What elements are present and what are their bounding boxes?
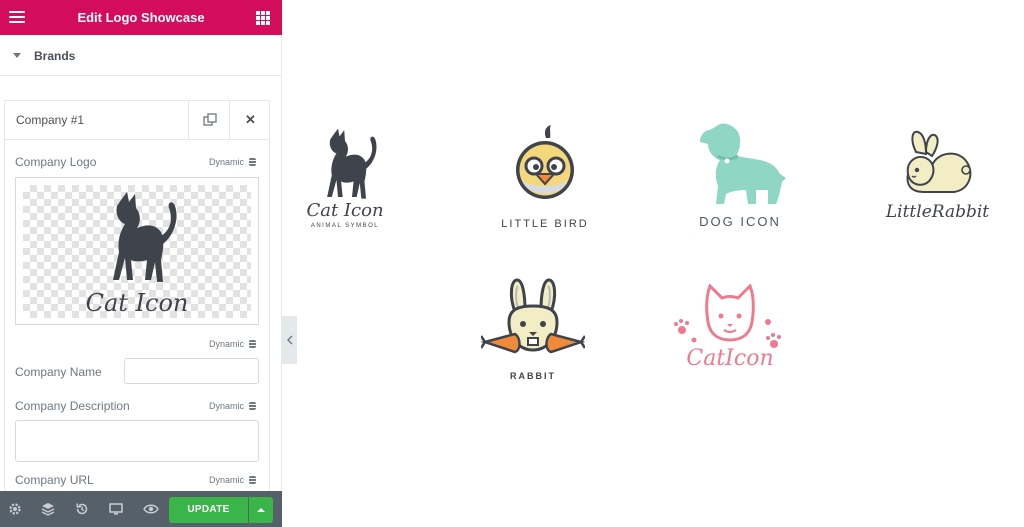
dynamic-label: Dynamic (209, 401, 245, 411)
dog-icon (700, 123, 786, 204)
caret-down-icon (13, 53, 21, 58)
duplicate-button[interactable] (188, 101, 229, 139)
company-name-label: Company Name (15, 365, 102, 379)
company-description-label: Company Description (15, 399, 130, 413)
dynamic-tags-description[interactable]: Dynamic (209, 401, 257, 411)
company-name-input[interactable] (124, 358, 259, 384)
widgets-grid-icon[interactable] (256, 11, 270, 25)
update-button[interactable]: UPDATE (169, 497, 248, 523)
logo-little-rabbit[interactable]: LittleRabbit (880, 130, 995, 230)
repeater-item-header[interactable]: Company #1 ✕ (5, 101, 269, 140)
rabbit-icon (906, 130, 972, 193)
logo-dog-icon[interactable]: DOG ICON (690, 120, 790, 230)
company-description-textarea[interactable] (15, 420, 259, 462)
logo-cat-icon-pink[interactable]: CatIcon (670, 282, 790, 382)
pink-cat-icon (674, 283, 781, 348)
save-options-button[interactable] (249, 497, 273, 523)
logo-name: LittleRabbit (885, 202, 990, 222)
editor-app: Edit Logo Showcase Brands Company #1 ✕ C… (0, 0, 1024, 527)
section-brands-label: Brands (34, 49, 76, 63)
company-logo-label: Company Logo (15, 155, 97, 169)
panel-footer: UPDATE (0, 491, 282, 527)
logo-rabbit[interactable]: RABBIT (478, 278, 588, 388)
dynamic-tags-media[interactable]: Dynamic (209, 339, 257, 349)
section-brands-toggle[interactable]: Brands (0, 35, 282, 76)
database-icon (249, 402, 257, 410)
duplicate-icon (203, 113, 217, 126)
panel-header: Edit Logo Showcase (0, 0, 282, 35)
database-icon (249, 158, 257, 166)
database-icon (249, 340, 257, 348)
logo-name: CatIcon (686, 346, 774, 371)
logo-name: DOG ICON (699, 214, 781, 229)
dynamic-label: Dynamic (209, 475, 245, 485)
navigator-layers-icon[interactable] (40, 501, 56, 517)
editor-panel: Edit Logo Showcase Brands Company #1 ✕ C… (0, 0, 282, 527)
dynamic-label: Dynamic (209, 157, 245, 167)
database-icon (249, 476, 257, 484)
remove-button[interactable]: ✕ (229, 101, 269, 139)
logo-name: LITTLE BIRD (501, 218, 589, 230)
cat-silhouette-icon (113, 192, 177, 282)
dynamic-tags-logo[interactable]: Dynamic (209, 157, 257, 167)
company-url-label: Company URL (15, 473, 94, 487)
logo-preview: Cat Icon (23, 185, 251, 318)
panel-title: Edit Logo Showcase (77, 10, 205, 25)
caret-up-icon (257, 508, 265, 512)
settings-icon[interactable] (7, 501, 23, 517)
logo-little-bird[interactable]: LITTLE BIRD (490, 124, 600, 234)
logo-name: Cat Icon (306, 200, 384, 221)
logo-preview-text: Cat Icon (85, 289, 189, 317)
logo-name: RABBIT (510, 371, 556, 381)
repeater-item-title: Company #1 (16, 113, 85, 127)
chevron-left-icon (287, 335, 293, 345)
logo-tagline: ANIMAL SYMBOL (310, 223, 380, 229)
collapse-panel-button[interactable] (282, 316, 297, 364)
history-icon[interactable] (74, 501, 90, 517)
dynamic-label: Dynamic (209, 339, 245, 349)
rabbit-carrot-icon (481, 278, 585, 354)
media-picker[interactable]: Cat Icon (15, 177, 259, 325)
repeater-item: Company #1 ✕ Company Logo Dynamic Cat Ic… (4, 100, 270, 495)
close-icon: ✕ (245, 112, 256, 127)
dynamic-tags-url[interactable]: Dynamic (209, 475, 257, 485)
cat-icon (327, 128, 377, 199)
logo-cat-icon[interactable]: Cat Icon ANIMAL SYMBOL (300, 120, 390, 235)
bird-icon (516, 125, 574, 199)
responsive-desktop-icon[interactable] (108, 501, 124, 517)
preview-eye-icon[interactable] (143, 501, 159, 517)
